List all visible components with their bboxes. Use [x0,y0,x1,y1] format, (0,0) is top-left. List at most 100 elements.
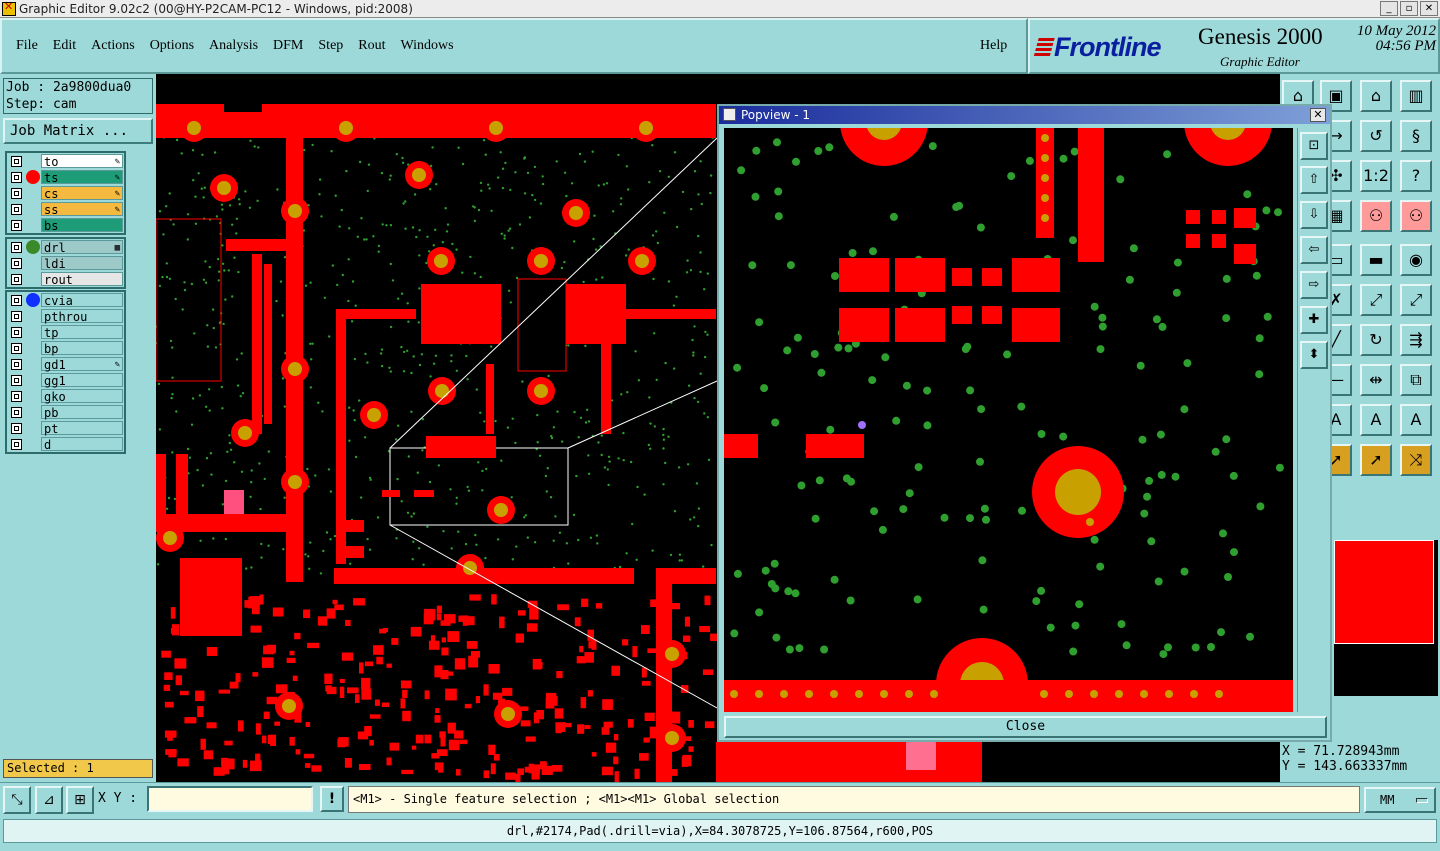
measure-icon[interactable]: ⊿ [35,786,63,814]
layer-checkbox[interactable] [11,342,22,354]
layer-checkbox[interactable] [11,203,22,215]
job-matrix-button[interactable]: Job Matrix ... [3,118,153,144]
layer-row-ss[interactable]: ss ✎ [7,201,124,217]
layer-name[interactable]: d [41,437,123,452]
arc-icon[interactable]: ↻ [1360,324,1392,356]
text3-icon[interactable]: A [1400,404,1432,436]
layer-name[interactable]: gg1 [41,373,123,388]
zoom-up-icon[interactable]: ⇧ [1300,166,1328,194]
layer-row-bp[interactable]: bp [7,340,124,356]
layer-checkbox[interactable] [11,273,22,285]
zoom-fit-icon[interactable]: ⊡ [1300,132,1328,160]
popview-board-view[interactable] [724,128,1293,712]
zoom-down-icon[interactable]: ⇩ [1300,201,1328,229]
popview-close-x-button[interactable]: ✕ [1310,108,1326,122]
menu-analysis[interactable]: Analysis [209,38,258,54]
exclamation-button[interactable]: ! [320,786,344,812]
menu-rout[interactable]: Rout [358,38,385,54]
layer-row-d[interactable]: d [7,436,124,452]
layer-checkbox[interactable] [11,241,22,253]
unit-select[interactable]: MM [1364,787,1436,813]
layer-name[interactable]: ts ✎ [41,170,123,185]
layer-row-pb[interactable]: pb [7,404,124,420]
scale-icon[interactable]: 1:2 [1360,160,1392,192]
layer-name[interactable]: drl ▦ [41,240,123,255]
menu-windows[interactable]: Windows [401,38,454,54]
distance-icon[interactable]: ⇹ [1360,364,1392,396]
layer-checkbox[interactable] [11,310,22,322]
layer-checkbox[interactable] [11,358,22,370]
snap-icon[interactable]: ⚇ [1360,200,1392,232]
layer-row-ts[interactable]: ts ✎ [7,169,124,185]
layer-name[interactable]: ldi [41,256,123,271]
maximize-button[interactable]: ▫ [1400,1,1418,16]
menu-options[interactable]: Options [150,38,194,54]
line2-icon[interactable]: ⤢ [1400,284,1432,316]
layer-row-to[interactable]: to ✎ [7,153,124,169]
snap2-icon[interactable]: ⚇ [1400,200,1432,232]
menu-dfm[interactable]: DFM [273,38,303,54]
menu-actions[interactable]: Actions [91,38,135,54]
layer-checkbox[interactable] [11,326,22,338]
pan-right-icon[interactable]: ⇨ [1300,271,1328,299]
layer-checkbox[interactable] [11,438,22,450]
layer-row-cs[interactable]: cs ✎ [7,185,124,201]
layer-name[interactable]: pb [41,405,123,420]
select-icon[interactable]: ➚ [1360,444,1392,476]
layer-row-rout[interactable]: rout [7,271,124,287]
line-icon[interactable]: ⤢ [1360,284,1392,316]
zoom-in-icon[interactable]: ✚ [1300,306,1328,334]
zoom-out-icon[interactable]: ⬍ [1300,341,1328,369]
layer-checkbox[interactable] [11,219,22,231]
popview-canvas[interactable] [724,128,1293,712]
popview-close-button[interactable]: Close [724,716,1327,738]
layer-row-pthrou[interactable]: pthrou [7,308,124,324]
menu-help[interactable]: Help [980,38,1007,54]
layer-row-gko[interactable]: gko [7,388,124,404]
layer-name[interactable]: to ✎ [41,154,123,169]
layer-name[interactable]: bs [41,218,123,233]
text2-icon[interactable]: A [1360,404,1392,436]
xy-input[interactable] [147,786,313,812]
layer-name[interactable]: gko [41,389,123,404]
layer-checkbox[interactable] [11,390,22,402]
board-overview[interactable] [1334,540,1438,696]
layer-row-gd1[interactable]: gd1 ✎ [7,356,124,372]
menu-step[interactable]: Step [318,38,343,54]
house-icon[interactable]: ⌂ [1360,80,1392,112]
layer-checkbox[interactable] [11,155,22,167]
grid-icon[interactable]: ⊞ [66,786,94,814]
layer-row-gg1[interactable]: gg1 [7,372,124,388]
layer-row-drl[interactable]: drl ▦ [7,239,124,255]
mirror-icon[interactable]: § [1400,120,1432,152]
polygon-icon[interactable]: ⧉ [1400,364,1432,396]
layer-name[interactable]: rout [41,272,123,287]
query-icon[interactable]: ? [1400,160,1432,192]
layer-name[interactable]: pthrou [41,309,123,324]
split-icon[interactable]: ▥ [1400,80,1432,112]
layer-row-tp[interactable]: tp [7,324,124,340]
layer-name[interactable]: ss ✎ [41,202,123,217]
layer-checkbox[interactable] [11,187,22,199]
layer-checkbox[interactable] [11,374,22,386]
net-icon[interactable]: ⤨ [1400,444,1432,476]
menu-file[interactable]: File [16,38,38,54]
layer-name[interactable]: bp [41,341,123,356]
popview-titlebar[interactable]: Popview - 1 ✕ [719,106,1330,124]
layer-checkbox[interactable] [11,294,22,306]
layer-row-ldi[interactable]: ldi [7,255,124,271]
layer-name[interactable]: gd1 ✎ [41,357,123,372]
layer-checkbox[interactable] [11,422,22,434]
layer-row-cvia[interactable]: cvia [7,292,124,308]
pad-icon[interactable]: ◉ [1400,244,1432,276]
layer-name[interactable]: cs ✎ [41,186,123,201]
route-icon[interactable]: ⇶ [1400,324,1432,356]
layer-row-bs[interactable]: bs [7,217,124,233]
pan-left-icon[interactable]: ⇦ [1300,236,1328,264]
zoom-window-icon[interactable]: ⤡ [3,786,31,814]
layer-checkbox[interactable] [11,257,22,269]
close-window-button[interactable]: ✕ [1420,1,1438,16]
layer-name[interactable]: tp [41,325,123,340]
layer-row-pt[interactable]: pt [7,420,124,436]
layer-name[interactable]: pt [41,421,123,436]
